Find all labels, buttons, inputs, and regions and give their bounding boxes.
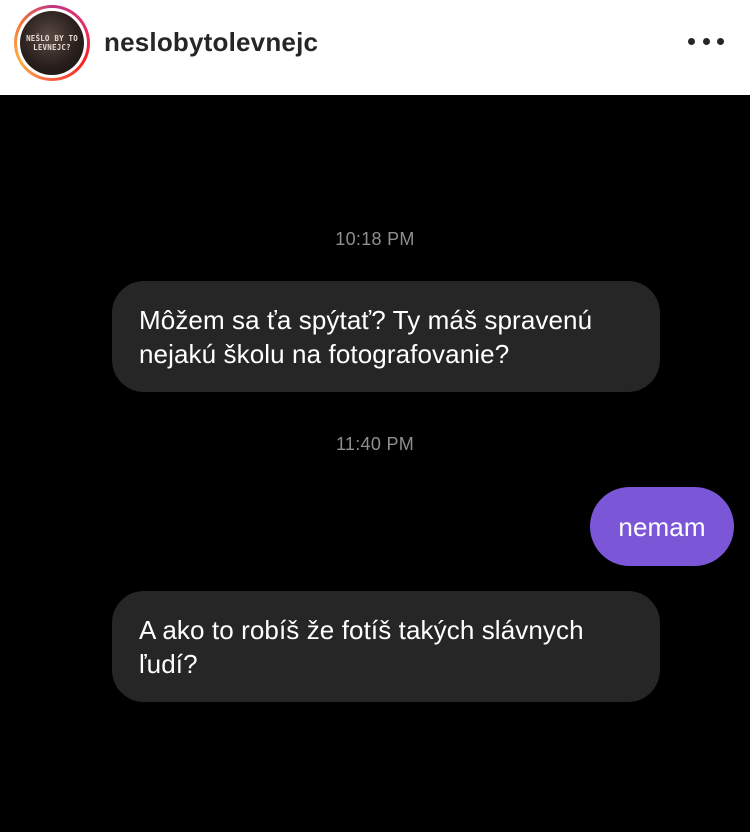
avatar-logo-text-1: NEŠLO BY TO — [26, 34, 78, 43]
sent-message-1: nemam — [590, 487, 734, 566]
avatar-image: NEŠLO BY TO LEVNEJC? — [20, 11, 84, 75]
timestamp-2: 11:40 PM — [335, 434, 415, 454]
avatar-logo-text-2: LEVNEJC? — [33, 43, 71, 52]
received-message-2: A ako to robíš že fotíš takých slávnych … — [112, 591, 660, 702]
post-header: NEŠLO BY TO LEVNEJC? neslobytolevnejc — [0, 0, 750, 95]
timestamp-1: 10:18 PM — [335, 229, 415, 249]
more-options-icon[interactable] — [688, 36, 724, 46]
received-message-1: Môžem sa ťa spýtať? Ty máš spravenú neja… — [112, 281, 660, 392]
profile-avatar[interactable]: NEŠLO BY TO LEVNEJC? — [14, 5, 90, 81]
chat-screenshot: 10:18 PM Môžem sa ťa spýtať? Ty máš spra… — [0, 95, 750, 832]
username-link[interactable]: neslobytolevnejc — [104, 27, 318, 58]
